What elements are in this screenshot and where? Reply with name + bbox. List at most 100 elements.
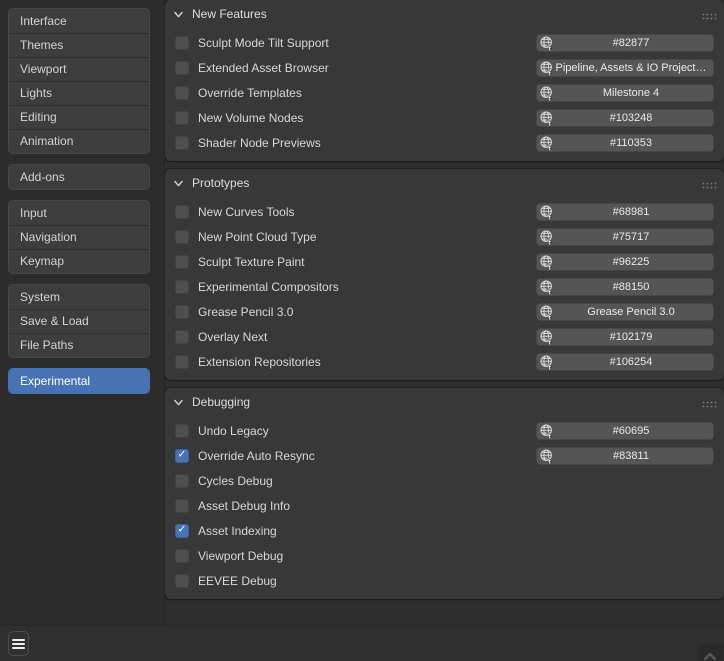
panel-title[interactable]: New Features [192,7,267,21]
sidebar-item-viewport[interactable]: Viewport [9,57,149,81]
panel-drag-grip-icon[interactable] [702,176,717,194]
globe-cursor-icon [539,279,555,296]
globe-cursor-icon [539,135,555,152]
option-row: ✓ Override Templates Milestone 4 [175,80,714,105]
web-link-button-override-auto-resync[interactable]: #83811 [536,447,714,465]
checkbox-undo-legacy[interactable]: ✓ [175,424,189,438]
sidebar-group: Add-ons [8,164,150,190]
sidebar-item-interface[interactable]: Interface [9,9,149,33]
option-label: Extended Asset Browser [198,61,329,75]
sidebar-item-add-ons[interactable]: Add-ons [9,165,149,189]
hamburger-bar [12,647,25,649]
web-link-button-sculpt-texture-paint[interactable]: #96225 [536,253,714,271]
web-link-label: Milestone 4 [603,87,659,99]
globe-cursor-icon [539,204,555,221]
sidebar-item-input[interactable]: Input [9,201,149,225]
option-row: ✓ Experimental Compositors #88150 [175,274,714,299]
web-link-button-overlay-next[interactable]: #102179 [536,328,714,346]
globe-cursor-icon [539,110,555,127]
panel-title[interactable]: Prototypes [192,176,249,190]
sidebar-item-system[interactable]: System [9,285,149,309]
web-link-label: #75717 [613,231,650,243]
sidebar-item-keymap[interactable]: Keymap [9,249,149,273]
web-link-button-undo-legacy[interactable]: #60695 [536,422,714,440]
chevron-down-icon[interactable] [173,178,185,189]
web-link-button-shader-node-previews[interactable]: #110353 [536,134,714,152]
sidebar-item-file-paths[interactable]: File Paths [9,333,149,357]
checkbox-sculpt-mode-tilt-support[interactable]: ✓ [175,36,189,50]
sidebar-item-editing[interactable]: Editing [9,105,149,129]
option-label: New Point Cloud Type [198,230,317,244]
checkbox-sculpt-texture-paint[interactable]: ✓ [175,255,189,269]
web-link-button-sculpt-mode-tilt-support[interactable]: #82877 [536,34,714,52]
checkbox-override-templates[interactable]: ✓ [175,86,189,100]
checkbox-new-volume-nodes[interactable]: ✓ [175,111,189,125]
chevron-down-icon[interactable] [173,397,185,408]
sidebar-group: Experimental [8,368,150,394]
panel-debugging: Debugging ✓ Undo Legacy [165,388,724,599]
web-link-button-extended-asset-browser[interactable]: Pipeline, Assets & IO Project… [536,59,714,77]
option-row: ✓ Sculpt Texture Paint #96225 [175,249,714,274]
checkbox-eevee-debug[interactable]: ✓ [175,574,189,588]
sidebar-item-themes[interactable]: Themes [9,33,149,57]
option-label: Override Templates [198,86,302,100]
globe-cursor-icon [539,329,555,346]
panel-drag-grip-icon[interactable] [702,7,717,25]
option-row: ✓ Sculpt Mode Tilt Support #82877 [175,30,714,55]
option-row: ✓ EEVEE Debug [175,568,714,593]
web-link-label: Grease Pencil 3.0 [587,306,674,318]
hamburger-bar [12,639,25,641]
panel-rows: ✓ New Curves Tools #68981 ✓ New Poi [165,195,724,380]
option-row: ✓ Overlay Next #102179 [175,324,714,349]
sidebar-item-save-load[interactable]: Save & Load [9,309,149,333]
checkbox-extended-asset-browser[interactable]: ✓ [175,61,189,75]
checkbox-new-point-cloud-type[interactable]: ✓ [175,230,189,244]
panel-header: New Features [165,0,724,26]
checkbox-viewport-debug[interactable]: ✓ [175,549,189,563]
checkbox-cycles-debug[interactable]: ✓ [175,474,189,488]
checkbox-asset-debug-info[interactable]: ✓ [175,499,189,513]
option-label: Extension Repositories [198,355,321,369]
web-link-button-override-templates[interactable]: Milestone 4 [536,84,714,102]
checkbox-shader-node-previews[interactable]: ✓ [175,136,189,150]
option-label: Sculpt Mode Tilt Support [198,36,329,50]
corner-chevron-up-icon[interactable] [697,644,723,661]
web-link-button-new-curves-tools[interactable]: #68981 [536,203,714,221]
panel-rows: ✓ Sculpt Mode Tilt Support #82877 ✓ [165,26,724,161]
option-label: Shader Node Previews [198,136,321,150]
web-link-label: #102179 [610,331,653,343]
option-row: ✓ New Volume Nodes #103248 [175,105,714,130]
option-label: New Volume Nodes [198,111,303,125]
web-link-label: #106254 [610,356,653,368]
checkbox-asset-indexing[interactable]: ✓ [175,524,189,538]
sidebar-group: Interface Themes Viewport Lights Editing… [8,8,150,154]
globe-cursor-icon [539,229,555,246]
web-link-button-extension-repositories[interactable]: #106254 [536,353,714,371]
checkbox-grease-pencil-3-0[interactable]: ✓ [175,305,189,319]
web-link-button-new-point-cloud-type[interactable]: #75717 [536,228,714,246]
checkbox-new-curves-tools[interactable]: ✓ [175,205,189,219]
web-link-button-experimental-compositors[interactable]: #88150 [536,278,714,296]
status-bar [0,625,724,661]
sidebar-group: Input Navigation Keymap [8,200,150,274]
checkbox-overlay-next[interactable]: ✓ [175,330,189,344]
checkbox-experimental-compositors[interactable]: ✓ [175,280,189,294]
globe-cursor-icon [539,448,555,465]
sidebar-item-experimental[interactable]: Experimental [9,369,149,393]
panel-drag-grip-icon[interactable] [702,395,717,413]
sidebar-item-lights[interactable]: Lights [9,81,149,105]
globe-cursor-icon [539,60,555,77]
sidebar-item-animation[interactable]: Animation [9,129,149,153]
panel-title[interactable]: Debugging [192,395,250,409]
checkbox-override-auto-resync[interactable]: ✓ [175,449,189,463]
web-link-button-grease-pencil-3-0[interactable]: Grease Pencil 3.0 [536,303,714,321]
checkbox-extension-repositories[interactable]: ✓ [175,355,189,369]
option-label: Experimental Compositors [198,280,339,294]
sidebar-item-navigation[interactable]: Navigation [9,225,149,249]
web-link-button-new-volume-nodes[interactable]: #103248 [536,109,714,127]
hamburger-menu-icon[interactable] [8,631,29,656]
panel-prototypes: Prototypes ✓ New Curves Tools [165,169,724,380]
chevron-down-icon[interactable] [173,9,185,20]
option-label: Cycles Debug [198,474,273,488]
preferences-content: New Features ✓ Sculpt Mode Tilt Support [165,0,724,625]
